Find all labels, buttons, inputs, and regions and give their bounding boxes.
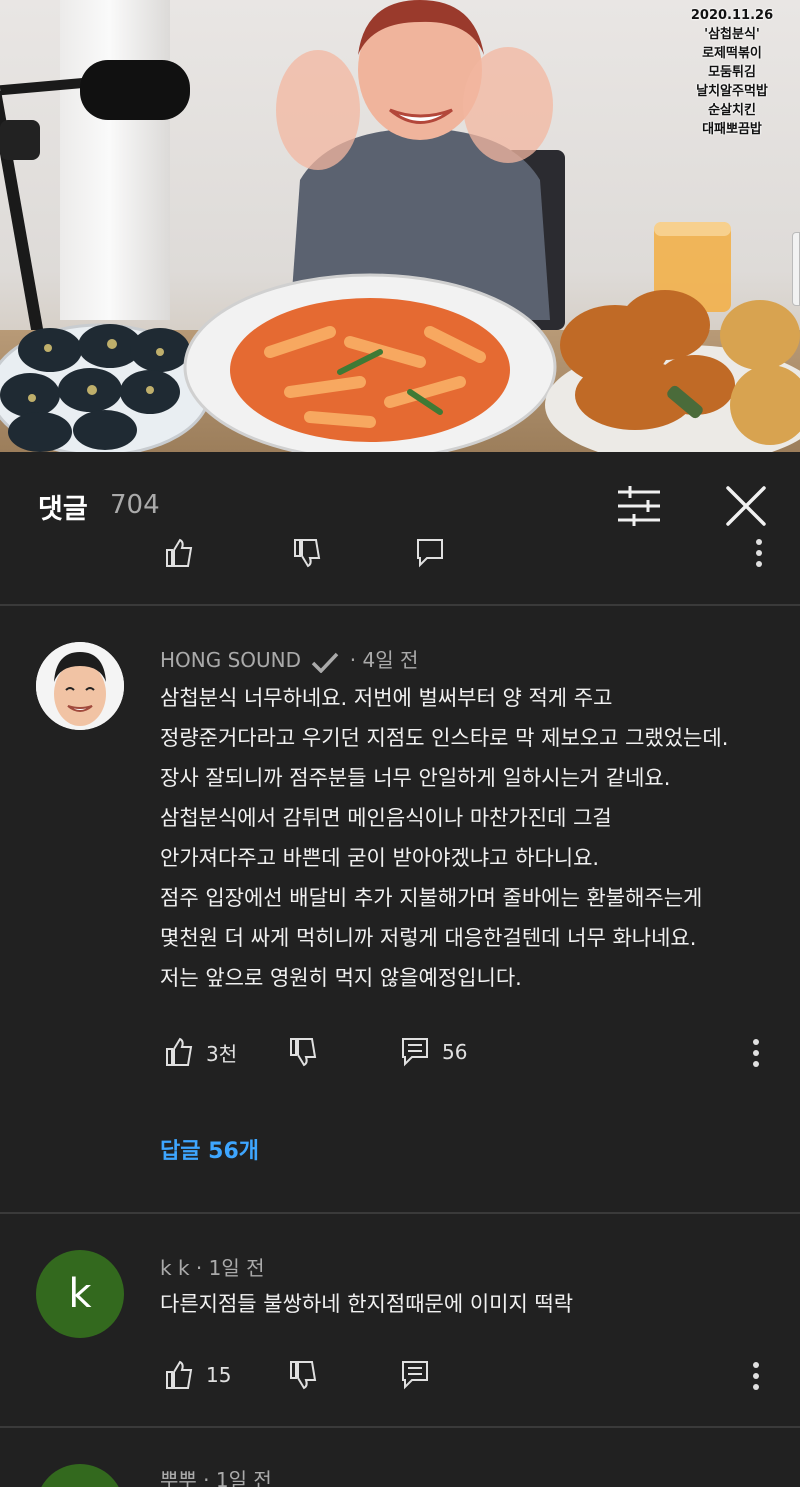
- tteokbokki-plate: [183, 273, 557, 452]
- video-caption-overlay: 2020.11.26 '삼첩분식' 로제떡볶이 모둠튀김 날치알주먹밥 순살치킨…: [672, 6, 792, 139]
- overlay-line: 모둠튀김: [708, 65, 756, 80]
- thumbs-down-icon[interactable]: [292, 538, 322, 568]
- previous-comment-actions: [0, 538, 800, 568]
- reply-comment-icon[interactable]: [415, 538, 445, 568]
- comment-meta: 뿌뿌 · 1일 전: [160, 1464, 272, 1487]
- reply-count: 56: [442, 1040, 468, 1064]
- thumbs-up-icon: [166, 1360, 193, 1389]
- comments-count: 704: [110, 490, 160, 520]
- comment-line: 정량준거다라고 우기던 지점도 인스타로 막 제보오고 그랬었는데.: [160, 726, 729, 750]
- dislike-button[interactable]: [288, 1357, 318, 1393]
- comment-line: 삼첩분식 너무하네요. 저번에 벌써부터 양 적게 주고: [160, 686, 613, 710]
- checkmark-icon: [312, 652, 339, 673]
- reply-comment-icon: [402, 1361, 428, 1390]
- comment-author[interactable]: k k: [160, 1256, 190, 1280]
- comment-line: 삼첩분식에서 감튀면 메인음식이나 마찬가진데 그걸: [160, 806, 612, 830]
- like-count: 3천: [206, 1041, 238, 1066]
- comment-item: 뿌뿌 · 1일 전: [0, 1428, 800, 1487]
- scroll-handle[interactable]: [792, 232, 800, 306]
- avatar[interactable]: [36, 1464, 124, 1487]
- comment-line: 장사 잘되니까 점주분들 너무 안일하게 일하시는거 같네요.: [160, 766, 671, 790]
- reply-button[interactable]: [400, 1357, 430, 1393]
- comment-meta: k k · 1일 전: [160, 1252, 265, 1281]
- comment-line: 안가져다주고 바쁜데 굳이 받아야겠냐고 하다니요.: [160, 846, 600, 870]
- comment-time[interactable]: 4일 전: [362, 648, 418, 672]
- comments-title: 댓글: [38, 494, 88, 525]
- overlay-line: 2020.11.26: [690, 8, 774, 23]
- avatar[interactable]: k: [36, 1250, 124, 1338]
- meta-separator: ·: [349, 648, 357, 672]
- meta-separator: ·: [195, 1256, 209, 1280]
- overlay-line: 로제떡볶이: [702, 46, 762, 61]
- vertical-dots-icon[interactable]: [752, 1361, 760, 1391]
- vertical-dots-icon[interactable]: [752, 1038, 760, 1068]
- microphone: [0, 60, 190, 340]
- meta-separator: ·: [203, 1468, 216, 1487]
- overlay-line: 날치알주먹밥: [696, 84, 768, 99]
- thumbs-up-icon: [166, 1037, 193, 1066]
- comment-actions: 3천 56: [160, 1034, 780, 1070]
- comment-time[interactable]: 1일 전: [209, 1256, 265, 1280]
- like-button[interactable]: 15: [164, 1357, 231, 1393]
- vertical-dots-icon[interactable]: [755, 538, 763, 568]
- close-icon[interactable]: [722, 482, 770, 530]
- comment-line: 몇천원 더 싸게 먹히니까 저렇게 대응한걸텐데 너무 화나네요.: [160, 926, 697, 950]
- like-button[interactable]: 3천: [164, 1034, 237, 1070]
- overlay-line: 순살치킨: [708, 103, 756, 118]
- comment-line: 점주 입장에선 배달비 추가 지불해가며 줄바에는 환불해주는게: [160, 886, 703, 910]
- comment-item: k k k · 1일 전 다른지점들 불쌍하네 한지점때문에 이미지 떡락 15: [0, 1214, 800, 1426]
- video-player[interactable]: 2020.11.26 '삼첩분식' 로제떡볶이 모둠튀김 날치알주먹밥 순살치킨…: [0, 0, 800, 452]
- comment-text: 다른지점들 불쌍하네 한지점때문에 이미지 떡락: [160, 1284, 780, 1324]
- comment-meta: HONG SOUND · 4일 전: [160, 644, 418, 673]
- comment-author[interactable]: HONG SOUND: [160, 648, 301, 672]
- dislike-button[interactable]: [288, 1034, 318, 1070]
- comment-line: 저는 앞으로 영원히 먹지 않을예정입니다.: [160, 966, 522, 990]
- thumbs-down-icon: [290, 1361, 317, 1390]
- thumbs-up-icon[interactable]: [164, 538, 194, 568]
- overlay-line: '삼첩분식': [704, 27, 760, 42]
- rice-ball-plate: [0, 323, 210, 452]
- comment-text: 삼첩분식 너무하네요. 저번에 벌써부터 양 적게 주고 정량준거다라고 우기던…: [160, 678, 780, 998]
- like-count: 15: [206, 1363, 232, 1387]
- thumbs-down-icon: [290, 1038, 317, 1067]
- reply-comment-icon: [402, 1038, 428, 1067]
- fried-food-plate: [545, 290, 800, 452]
- comment-line: 다른지점들 불쌍하네 한지점때문에 이미지 떡락: [160, 1292, 574, 1316]
- comment-actions: 15: [160, 1357, 780, 1393]
- comment-author[interactable]: 뿌뿌: [160, 1468, 197, 1487]
- reply-button[interactable]: 56: [400, 1034, 467, 1070]
- avatar-face-image: [36, 642, 124, 730]
- comment-time[interactable]: 1일 전: [216, 1468, 272, 1487]
- comment-item: HONG SOUND · 4일 전 삼첩분식 너무하네요. 저번에 벌써부터 양…: [0, 606, 800, 1212]
- view-replies-link[interactable]: 답글 56개: [160, 1133, 259, 1165]
- sort-filter-icon[interactable]: [616, 486, 662, 526]
- overlay-line: 대패뽀끔밥: [702, 122, 762, 137]
- avatar[interactable]: [36, 642, 124, 730]
